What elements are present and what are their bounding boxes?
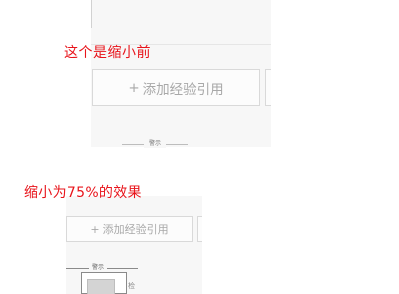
caption-before: 这个是缩小前 (64, 45, 151, 61)
add-experience-reference-button-scaled[interactable]: + 添加经验引用 (66, 216, 193, 242)
plus-icon: + (90, 222, 100, 236)
plus-icon: + (128, 79, 140, 96)
mini-tab-label: 警示 (144, 140, 166, 148)
mini-thumbnail-image (87, 279, 115, 294)
next-button-partial[interactable] (265, 69, 271, 106)
next-button-partial-scaled[interactable] (197, 216, 202, 242)
mini-side-label: 检 (128, 282, 135, 290)
add-experience-reference-label: 添加经验引用 (102, 223, 169, 236)
mini-widget-after: 警示 检 (66, 262, 138, 294)
divider-vertical (91, 0, 92, 28)
comparison-screenshot: 这个是缩小前 + 添加经验引用 警示 缩小为75%的效果 + 添加经验引用 警示… (0, 0, 399, 294)
mini-widget-before: 警示 (122, 140, 188, 148)
mini-tab-label: 警示 (89, 264, 107, 272)
mini-thumbnail-frame (81, 272, 127, 294)
caption-after: 缩小为75%的效果 (24, 185, 142, 201)
add-experience-reference-button[interactable]: + 添加经验引用 (92, 69, 260, 106)
add-experience-reference-label: 添加经验引用 (142, 81, 224, 98)
